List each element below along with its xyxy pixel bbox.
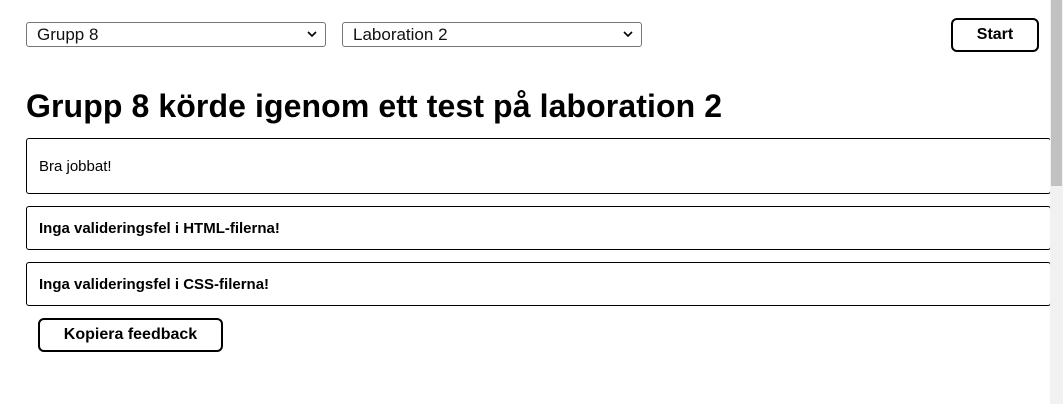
feedback-text: Inga valideringsfel i HTML-filerna! — [39, 219, 280, 237]
lab-select-value: Laboration 2 — [353, 24, 448, 44]
copy-feedback-button[interactable]: Kopiera feedback — [38, 318, 223, 352]
group-select-value: Grupp 8 — [37, 24, 99, 44]
start-button[interactable]: Start — [951, 18, 1039, 52]
feedback-box: Inga valideringsfel i CSS-filerna! — [26, 262, 1051, 306]
scrollbar-thumb[interactable] — [1051, 0, 1062, 186]
feedback-text: Bra jobbat! — [39, 157, 112, 175]
group-select[interactable]: Grupp 8 — [26, 22, 326, 47]
page-title: Grupp 8 körde igenom ett test på laborat… — [26, 88, 723, 124]
chevron-down-icon — [307, 30, 317, 40]
lab-select[interactable]: Laboration 2 — [342, 22, 642, 47]
feedback-box: Bra jobbat! — [26, 138, 1051, 194]
scrollbar[interactable] — [1050, 0, 1063, 404]
feedback-text: Inga valideringsfel i CSS-filerna! — [39, 275, 270, 293]
chevron-down-icon — [623, 30, 633, 40]
feedback-box: Inga valideringsfel i HTML-filerna! — [26, 206, 1051, 250]
page: Grupp 8 Laboration 2 Start Grupp 8 körde… — [0, 0, 1051, 404]
